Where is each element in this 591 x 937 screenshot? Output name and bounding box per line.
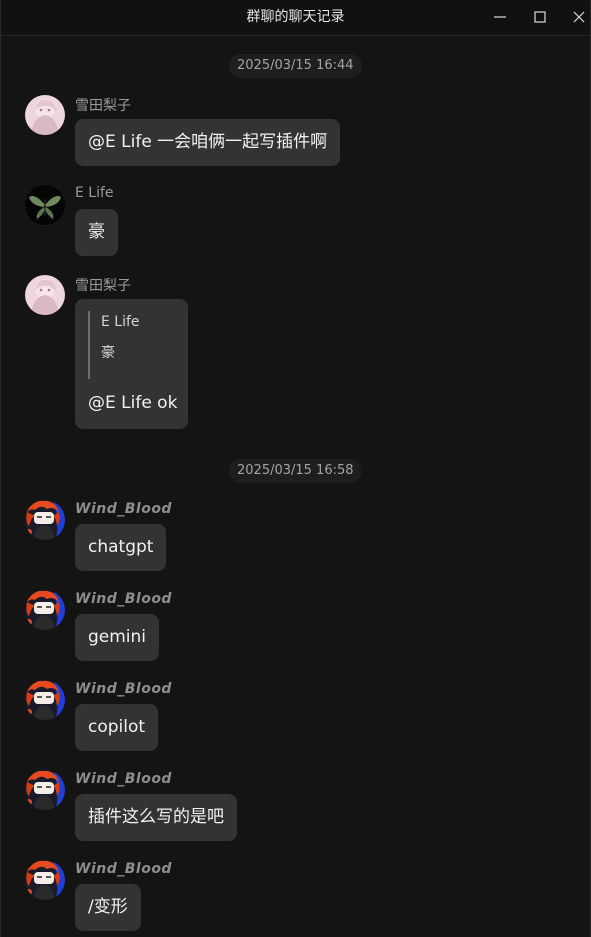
timestamp: 2025/03/15 16:58 bbox=[229, 459, 362, 483]
message-text: @E Life ok bbox=[88, 393, 178, 413]
sender-name: 雪田梨子 bbox=[75, 98, 131, 114]
timestamp: 2025/03/15 16:44 bbox=[229, 54, 362, 78]
sender-name: Wind_Blood bbox=[75, 501, 172, 517]
sender-name: Wind_Blood bbox=[75, 771, 172, 787]
avatar-image bbox=[25, 590, 65, 630]
avatar-image bbox=[25, 860, 65, 900]
avatar[interactable] bbox=[25, 590, 65, 630]
message-bubble[interactable]: 豪 bbox=[75, 209, 118, 256]
sender-name: Wind_Blood bbox=[75, 681, 172, 697]
message-bubble[interactable]: /变形 bbox=[75, 884, 141, 931]
avatar-image bbox=[25, 770, 65, 810]
message-bubble[interactable]: chatgpt bbox=[75, 524, 167, 571]
message-bubble[interactable]: copilot bbox=[75, 704, 159, 751]
chat-history-window: 群聊的聊天记录 2025/03/15 16:44 雪田梨子 @E Life 一会… bbox=[0, 0, 591, 937]
avatar[interactable] bbox=[25, 185, 65, 225]
message-bubble[interactable]: gemini bbox=[75, 614, 160, 661]
sender-name: Wind_Blood bbox=[75, 591, 172, 607]
reply-quote[interactable]: E Life 豪 bbox=[88, 311, 175, 379]
avatar[interactable] bbox=[25, 500, 65, 540]
close-icon bbox=[573, 8, 585, 27]
message-list[interactable]: 2025/03/15 16:44 雪田梨子 @E Life 一会咱俩一起写插件啊 bbox=[1, 36, 590, 937]
message-bubble[interactable]: @E Life 一会咱俩一起写插件啊 bbox=[75, 119, 341, 166]
avatar-image bbox=[25, 680, 65, 720]
minimize-button[interactable] bbox=[480, 0, 520, 35]
minimize-icon bbox=[494, 8, 506, 27]
avatar[interactable] bbox=[25, 275, 65, 315]
close-button[interactable] bbox=[559, 0, 590, 35]
quote-sender: E Life bbox=[101, 314, 140, 330]
message-bubble[interactable]: E Life 豪 @E Life ok bbox=[75, 299, 188, 429]
avatar[interactable] bbox=[25, 680, 65, 720]
avatar-image bbox=[25, 500, 65, 540]
sender-name: E Life bbox=[75, 185, 114, 201]
avatar[interactable] bbox=[25, 860, 65, 900]
quote-text: 豪 bbox=[101, 345, 115, 361]
avatar[interactable] bbox=[25, 770, 65, 810]
title-bar[interactable]: 群聊的聊天记录 bbox=[1, 0, 590, 36]
sender-name: Wind_Blood bbox=[75, 861, 172, 877]
message-bubble[interactable]: 插件这么写的是吧 bbox=[75, 794, 237, 841]
sender-name: 雪田梨子 bbox=[75, 278, 131, 294]
maximize-icon bbox=[534, 8, 546, 27]
maximize-button[interactable] bbox=[520, 0, 560, 35]
avatar[interactable] bbox=[25, 95, 65, 135]
